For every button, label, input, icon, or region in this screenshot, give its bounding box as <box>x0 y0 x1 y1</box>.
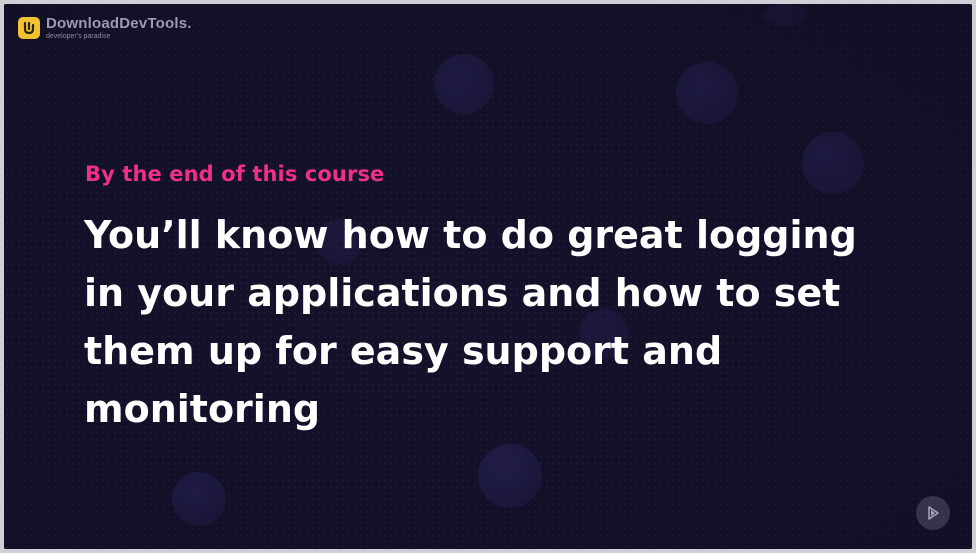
headline-line: monitoring <box>84 387 321 431</box>
logo-tagline: developer's paradise <box>46 33 111 40</box>
headline-line: You’ll know how to do great logging <box>84 213 857 257</box>
logo-name: DownloadDevTools. <box>46 15 192 32</box>
course-slide: DownloadDevTools. developer's paradise B… <box>4 4 972 549</box>
background-orb <box>172 472 226 526</box>
headline-line: them up for easy support and <box>84 329 723 373</box>
play-icon <box>928 506 939 520</box>
background-orb <box>764 4 808 26</box>
download-logo-icon <box>18 17 40 39</box>
video-frame: DownloadDevTools. developer's paradise B… <box>0 0 976 553</box>
play-button[interactable] <box>916 496 950 530</box>
background-orb <box>478 444 542 508</box>
background-orb <box>802 132 864 194</box>
background-orb <box>434 54 494 114</box>
slide-eyebrow: By the end of this course <box>85 162 385 186</box>
headline-line: in your applications and how to set <box>84 271 841 315</box>
watermark-logo: DownloadDevTools. developer's paradise <box>18 16 192 40</box>
background-orb <box>676 62 738 124</box>
slide-headline: You’ll know how to do great logging in y… <box>84 206 944 438</box>
